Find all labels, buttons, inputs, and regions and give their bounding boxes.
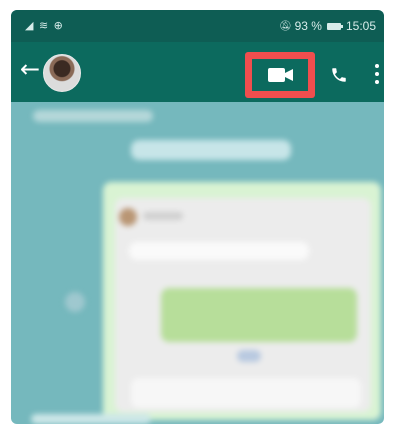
status-right: 🔕︎ 93 % 15:05	[279, 19, 376, 33]
blurred-chip	[237, 350, 261, 362]
blurred-system-message	[131, 140, 291, 160]
phone-screen: ◢ ≋ ⊕ 🔕︎ 93 % 15:05 ←	[11, 10, 384, 424]
phone-icon[interactable]	[330, 66, 348, 84]
signal-wifi-icons: ◢ ≋ ⊕	[25, 19, 64, 32]
chat-area-blurred	[11, 102, 384, 424]
bell-off-icon: 🔕︎	[278, 20, 292, 32]
battery-percent: 93 %	[294, 19, 322, 33]
clock: 15:05	[345, 19, 376, 33]
blurred-avatar	[119, 208, 137, 226]
blurred-date-chip	[33, 110, 153, 122]
blurred-highlight-block	[161, 288, 357, 342]
battery-icon	[326, 22, 343, 30]
blurred-text	[143, 212, 183, 220]
blurred-text	[129, 242, 309, 260]
back-arrow-icon[interactable]: ←	[20, 56, 40, 82]
avatar[interactable]	[43, 54, 81, 92]
video-camera-icon	[268, 68, 293, 82]
video-call-highlight	[245, 52, 315, 98]
blurred-text	[31, 414, 151, 424]
blurred-text	[131, 378, 361, 408]
app-bar: ←	[11, 42, 384, 102]
blurred-forward-icon	[65, 292, 85, 312]
more-vert-icon[interactable]	[375, 64, 379, 84]
video-call-button[interactable]	[252, 59, 308, 91]
status-bar: ◢ ≋ ⊕ 🔕︎ 93 % 15:05	[11, 10, 384, 42]
